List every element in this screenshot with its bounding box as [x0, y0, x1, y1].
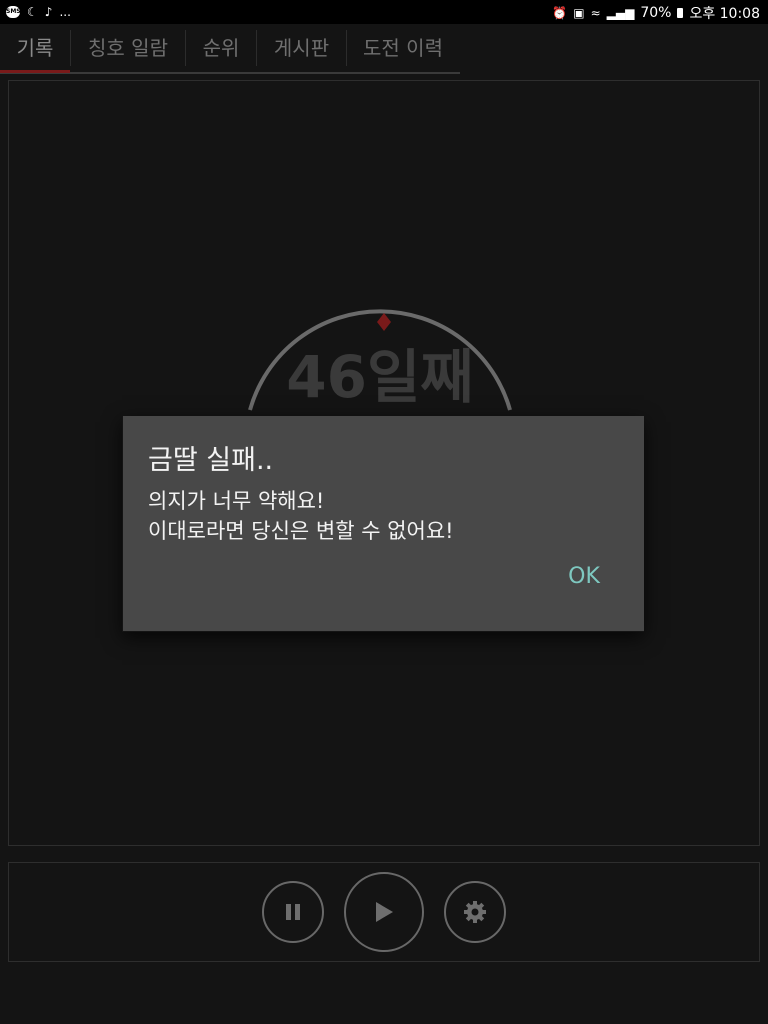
battery-icon	[677, 8, 684, 18]
tab-records[interactable]: 기록	[0, 24, 70, 72]
nfc-icon: ▣	[573, 6, 585, 20]
tab-titles[interactable]: 칭호 일람	[71, 24, 185, 72]
status-bar: SMS ☾ ♪ ... ⏰ ▣ ≈ ▂▄▆ 70% 오후 10:08	[0, 0, 768, 24]
signal-icon: ▂▄▆	[606, 6, 635, 20]
status-right: ⏰ ▣ ≈ ▂▄▆ 70% 오후 10:08	[552, 3, 760, 23]
play-icon	[376, 902, 393, 922]
settings-button[interactable]	[444, 881, 506, 943]
pause-icon	[286, 904, 300, 920]
tab-challenge-history[interactable]: 도전 이력	[347, 24, 459, 72]
alarm-icon: ⏰	[552, 6, 568, 20]
tab-board[interactable]: 게시판	[257, 24, 346, 72]
tab-ranking[interactable]: 순위	[186, 24, 256, 72]
app-screen: SMS ☾ ♪ ... ⏰ ▣ ≈ ▂▄▆ 70% 오후 10:08 기록 칭호…	[0, 0, 768, 1024]
wifi-icon: ≈	[590, 6, 601, 20]
gear-icon	[464, 901, 486, 923]
dialog-message-line: 이대로라면 당신은 변할 수 없어요!	[148, 519, 454, 543]
music-note-icon: ♪	[44, 5, 53, 19]
dialog-message-line: 의지가 너무 약해요!	[148, 489, 325, 513]
active-tab-indicator	[0, 70, 70, 73]
tab-bar: 기록 칭호 일람 순위 게시판 도전 이력	[0, 24, 460, 74]
dialog-title: 금딸 실패..	[148, 445, 274, 476]
day-count: 46일째	[286, 343, 474, 411]
status-overflow: ...	[59, 5, 71, 19]
battery-percent: 70%	[640, 5, 672, 21]
clock: 오후 10:08	[689, 6, 760, 22]
play-button[interactable]	[344, 872, 424, 952]
pause-button[interactable]	[262, 881, 324, 943]
status-left: SMS ☾ ♪ ...	[6, 3, 71, 21]
failure-dialog: 금딸 실패.. 의지가 너무 약해요! 이대로라면 당신은 변할 수 없어요! …	[123, 416, 644, 631]
gauge-marker	[377, 313, 391, 331]
ok-button[interactable]: OK	[558, 560, 610, 594]
sms-icon: SMS	[6, 6, 21, 18]
dialog-message: 의지가 너무 약해요! 이대로라면 당신은 변할 수 없어요!	[148, 486, 454, 546]
moon-icon: ☾	[27, 5, 38, 19]
